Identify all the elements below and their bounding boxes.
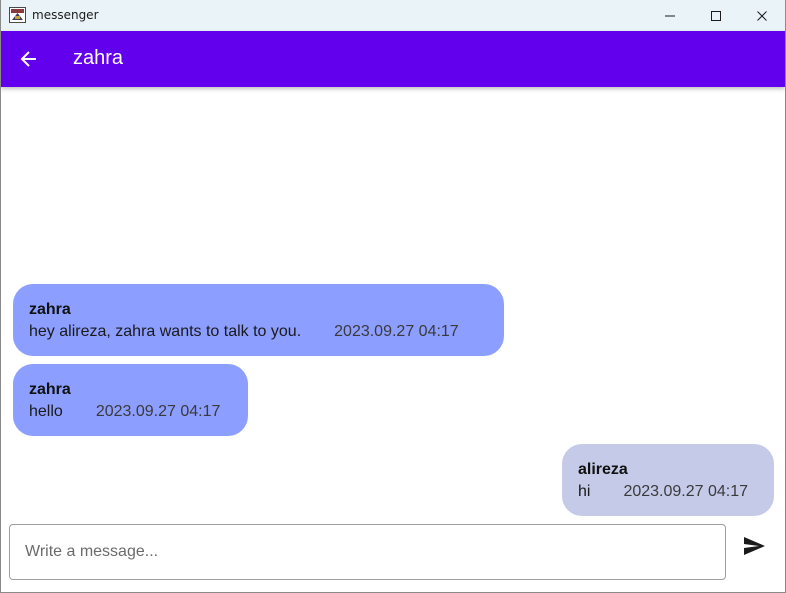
message-list[interactable]: zahra hey alireza, zahra wants to talk t…	[1, 87, 785, 519]
messenger-window: messenger zahra zahra hey alireza, zahra…	[0, 0, 786, 593]
message-text: hey alireza, zahra wants to talk to you.	[29, 323, 302, 340]
message-bubble: zahra hello 2023.09.27 04:17	[13, 364, 248, 436]
close-button[interactable]	[739, 0, 785, 31]
minimize-button[interactable]	[647, 0, 693, 31]
message-bubble: alireza hi 2023.09.27 04:17	[562, 444, 774, 516]
maximize-icon	[711, 10, 721, 21]
message-timestamp: 2023.09.27 04:17	[334, 323, 459, 340]
message-text: hello	[29, 403, 63, 420]
send-button[interactable]	[736, 528, 772, 564]
message-timestamp: 2023.09.27 04:17	[95, 403, 221, 420]
chat-title: zahra	[73, 47, 124, 69]
message-sender: zahra	[29, 381, 71, 398]
message-timestamp: 2023.09.27 04:17	[623, 483, 749, 500]
message-bubble: zahra hey alireza, zahra wants to talk t…	[13, 284, 504, 356]
message-composer	[9, 524, 726, 580]
message-input[interactable]	[10, 525, 725, 579]
close-icon	[757, 10, 767, 21]
minimize-icon	[665, 15, 675, 16]
window-titlebar: messenger	[1, 0, 785, 31]
message-sender: zahra	[29, 301, 71, 318]
message-sender: alireza	[578, 461, 628, 478]
app-icon	[9, 7, 26, 23]
arrow-left-icon	[20, 51, 36, 67]
window-title: messenger	[32, 8, 99, 22]
send-icon	[744, 537, 765, 555]
maximize-button[interactable]	[693, 0, 739, 31]
message-text: hi	[578, 483, 591, 500]
back-button[interactable]	[15, 45, 43, 73]
app-bar: zahra	[1, 31, 785, 87]
